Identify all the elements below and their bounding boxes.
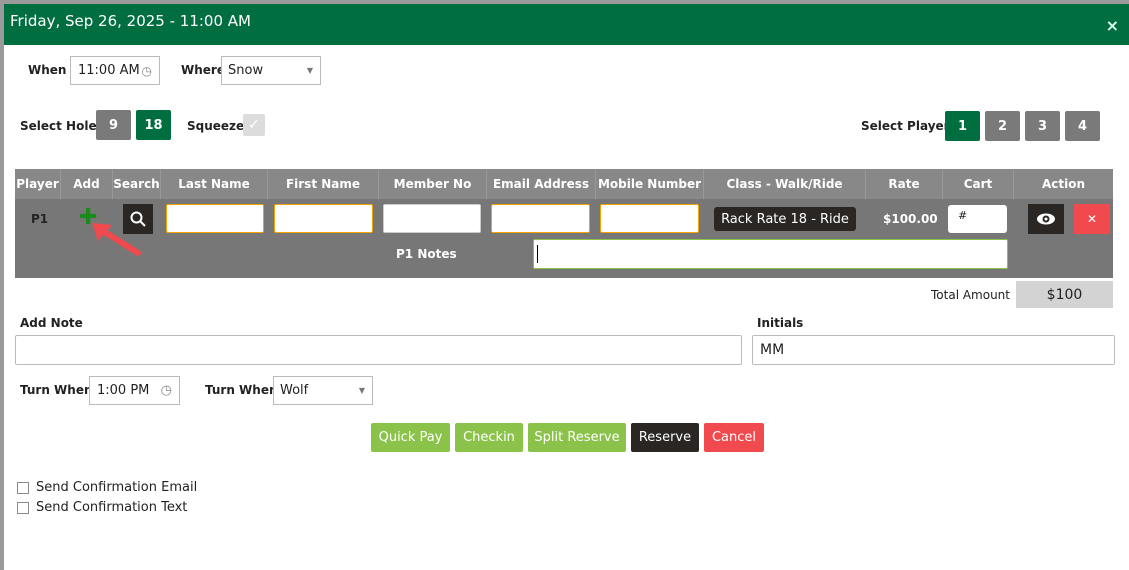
modal-title: Friday, Sep 26, 2025 - 11:00 AM [10, 12, 251, 30]
player-notes-input[interactable] [533, 239, 1008, 269]
col-add: Add [61, 169, 113, 199]
modal-header: Friday, Sep 26, 2025 - 11:00 AM × [4, 4, 1129, 45]
confirm-text-checkbox[interactable] [17, 501, 29, 514]
select-holes-label: Select Holes [20, 119, 104, 133]
col-search: Search [113, 169, 161, 199]
confirm-text-option[interactable]: Send Confirmation Text [17, 500, 187, 515]
total-amount-label: Total Amount [931, 288, 1010, 302]
cart-input[interactable]: # [948, 205, 1007, 233]
col-member-no: Member No [379, 169, 487, 199]
clock-icon: ◷ [160, 383, 172, 398]
col-rate: Rate [866, 169, 943, 199]
last-name-input[interactable] [166, 204, 264, 233]
dropdown-arrow-icon: ▼ [358, 386, 365, 395]
col-class: Class - Walk/Ride [704, 169, 866, 199]
players-1-button[interactable]: 1 [945, 111, 980, 141]
player-id: P1 [31, 212, 49, 226]
players-4-button[interactable]: 4 [1065, 111, 1100, 141]
class-select-button[interactable]: Rack Rate 18 - Ride [714, 207, 856, 231]
turn-where-select[interactable]: Wolf ▼ [273, 376, 373, 405]
confirm-email-option[interactable]: Send Confirmation Email [17, 480, 197, 495]
checkin-button[interactable]: Checkin [455, 423, 523, 452]
search-icon [130, 211, 146, 227]
rate-value: $100.00 [883, 212, 938, 226]
squeeze-label: Squeeze [187, 119, 245, 133]
add-note-input[interactable] [15, 335, 742, 365]
quick-pay-button[interactable]: Quick Pay [371, 423, 450, 452]
when-time-input[interactable]: 11:00 AM ◷ [70, 56, 160, 85]
initials-label: Initials [757, 316, 804, 330]
clock-icon: ◷ [141, 63, 152, 78]
view-button[interactable] [1028, 204, 1064, 234]
turn-when-value: 1:00 PM [97, 383, 150, 398]
squeeze-checkbox[interactable]: ✓ [243, 114, 265, 136]
select-players-label: Select Players [861, 119, 957, 133]
close-icon[interactable]: × [1106, 16, 1119, 35]
where-value: Snow [228, 63, 264, 78]
when-value: 11:00 AM [78, 63, 140, 78]
text-cursor [537, 245, 538, 263]
add-note-label: Add Note [20, 316, 83, 330]
search-button[interactable] [123, 204, 153, 234]
col-player: Player [15, 169, 61, 199]
reserve-button[interactable]: Reserve [631, 423, 699, 452]
first-name-input[interactable] [274, 204, 373, 233]
total-amount-value: $100 [1016, 281, 1113, 308]
where-label: Where [181, 63, 225, 77]
member-no-input[interactable] [383, 204, 481, 233]
initials-input[interactable]: MM [752, 335, 1115, 365]
players-2-button[interactable]: 2 [985, 111, 1020, 141]
where-select[interactable]: Snow ▼ [221, 56, 321, 85]
col-first-name: First Name [268, 169, 379, 199]
remove-player-button[interactable]: ✕ [1074, 204, 1110, 234]
dropdown-arrow-icon: ▼ [306, 66, 313, 75]
col-action: Action [1041, 177, 1086, 191]
eye-icon [1037, 213, 1055, 225]
mobile-input[interactable] [600, 204, 699, 233]
holes-9-button[interactable]: 9 [96, 110, 131, 140]
confirm-email-checkbox[interactable] [17, 481, 29, 494]
turn-where-value: Wolf [280, 383, 309, 398]
col-last-name: Last Name [161, 169, 268, 199]
email-input[interactable] [491, 204, 590, 233]
turn-where-label: Turn Where [205, 383, 284, 397]
holes-18-button[interactable]: 18 [136, 110, 171, 140]
turn-when-input[interactable]: 1:00 PM ◷ [89, 376, 180, 405]
col-email: Email Address [487, 169, 596, 199]
players-table-header: Player Add Search Last Name First Name M… [15, 169, 1113, 199]
confirm-text-label: Send Confirmation Text [36, 500, 188, 515]
notes-label: P1 Notes [396, 247, 457, 261]
close-icon: ✕ [1086, 212, 1098, 226]
when-label: When [28, 63, 67, 77]
split-reserve-button[interactable]: Split Reserve [528, 423, 626, 452]
col-mobile: Mobile Number [596, 169, 704, 199]
col-cart: Cart [943, 169, 1014, 199]
cancel-button[interactable]: Cancel [704, 423, 764, 452]
table-row: P1 ✚ Rack Rate 18 - Ride $100.00 # ✕ P1 … [15, 199, 1113, 278]
players-3-button[interactable]: 3 [1025, 111, 1060, 141]
confirm-email-label: Send Confirmation Email [36, 480, 198, 495]
turn-when-label: Turn When [20, 383, 93, 397]
